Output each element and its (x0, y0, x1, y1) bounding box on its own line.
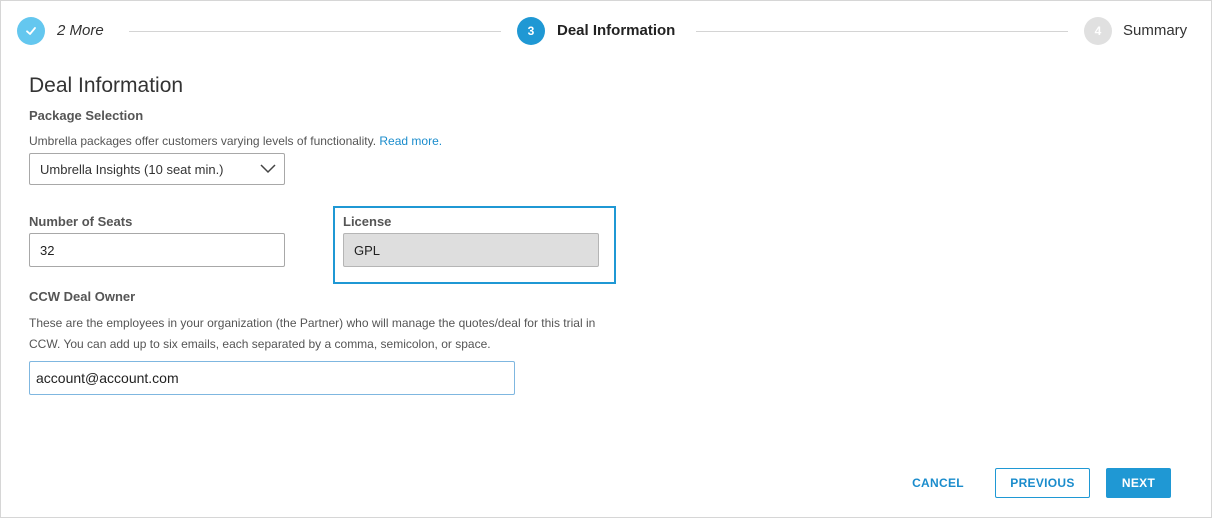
deal-owner-help-line-2: CCW. You can add up to six emails, each … (29, 337, 491, 351)
package-select-value: Umbrella Insights (10 seat min.) (40, 161, 224, 177)
deal-owner-email-input[interactable] (29, 361, 515, 395)
previous-button[interactable]: PREVIOUS (995, 468, 1090, 498)
step-3-label: Deal Information (557, 22, 676, 39)
page-title: Deal Information (29, 74, 184, 97)
license-field (343, 233, 599, 267)
number-of-seats-input[interactable] (29, 233, 285, 267)
step-3-marker: 3 (517, 17, 545, 45)
next-button[interactable]: NEXT (1106, 468, 1171, 498)
package-help-text: Umbrella packages offer customers varyin… (29, 131, 442, 152)
chevron-down-icon (260, 164, 276, 174)
deal-owner-help-line-1: These are the employees in your organiza… (29, 316, 596, 330)
package-select[interactable]: Umbrella Insights (10 seat min.) (29, 153, 285, 185)
step-connector (129, 31, 501, 32)
package-help-copy: Umbrella packages offer customers varyin… (29, 134, 380, 148)
checkmark-icon (26, 27, 36, 35)
number-of-seats-label: Number of Seats (29, 214, 133, 229)
step-4-label: Summary (1123, 22, 1188, 39)
step-4-marker: 4 (1084, 17, 1112, 45)
step-1-label[interactable]: 2 More (57, 22, 104, 39)
ccw-deal-owner-label: CCW Deal Owner (29, 289, 136, 304)
package-selection-label: Package Selection (29, 108, 144, 123)
license-label: License (343, 214, 392, 229)
read-more-link[interactable]: Read more. (379, 134, 442, 148)
step-connector (696, 31, 1068, 32)
step-complete-checkmark-icon[interactable] (17, 17, 45, 45)
cancel-button[interactable]: CANCEL (904, 468, 972, 498)
progress-stepper: 2 More 3 Deal Information 4 Summary (0, 0, 1212, 60)
